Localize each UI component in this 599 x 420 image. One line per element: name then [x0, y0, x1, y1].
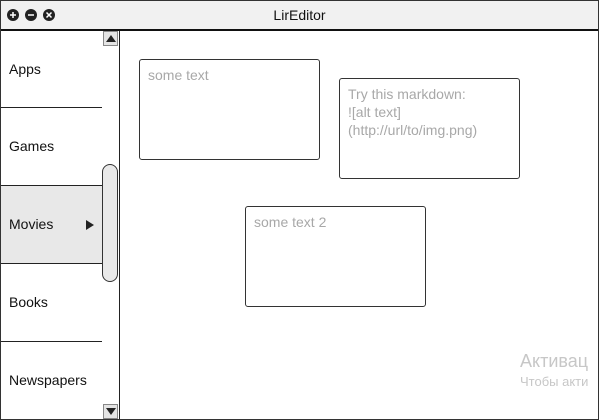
text-note[interactable]: some text	[139, 59, 320, 160]
chevron-right-icon	[86, 220, 94, 230]
activation-title: Активац	[520, 351, 589, 371]
title-bar: LirEditor	[1, 1, 598, 31]
sidebar-item-apps[interactable]: Apps	[1, 31, 102, 108]
activation-subtitle: Чтобы акти	[520, 374, 589, 389]
arrow-up-icon[interactable]	[103, 31, 118, 46]
sidebar-item-label: Movies	[9, 216, 54, 232]
sidebar-item-label: Newspapers	[9, 372, 87, 388]
activation-watermark: Активац Чтобы акти	[520, 350, 598, 392]
sidebar-item-label: Books	[9, 294, 48, 310]
text-note[interactable]: Try this markdown: ![alt text] (http://u…	[339, 78, 520, 179]
sidebar: Apps Games Movies Books Newspapers	[1, 31, 103, 419]
app-window: LirEditor Apps Games Movies Books Newspa…	[0, 0, 599, 420]
sidebar-scrollbar[interactable]	[102, 31, 120, 419]
window-title: LirEditor	[273, 7, 326, 23]
sidebar-item-newspapers[interactable]: Newspapers	[1, 342, 102, 419]
arrow-down-icon[interactable]	[103, 404, 118, 419]
text-note[interactable]: some text 2	[245, 206, 426, 307]
sidebar-item-games[interactable]: Games	[1, 108, 102, 186]
sidebar-item-books[interactable]: Books	[1, 264, 102, 342]
sidebar-item-label: Apps	[9, 61, 41, 77]
sidebar-item-movies[interactable]: Movies	[1, 186, 102, 264]
sidebar-item-label: Games	[9, 138, 55, 154]
scroll-thumb[interactable]	[102, 164, 118, 282]
